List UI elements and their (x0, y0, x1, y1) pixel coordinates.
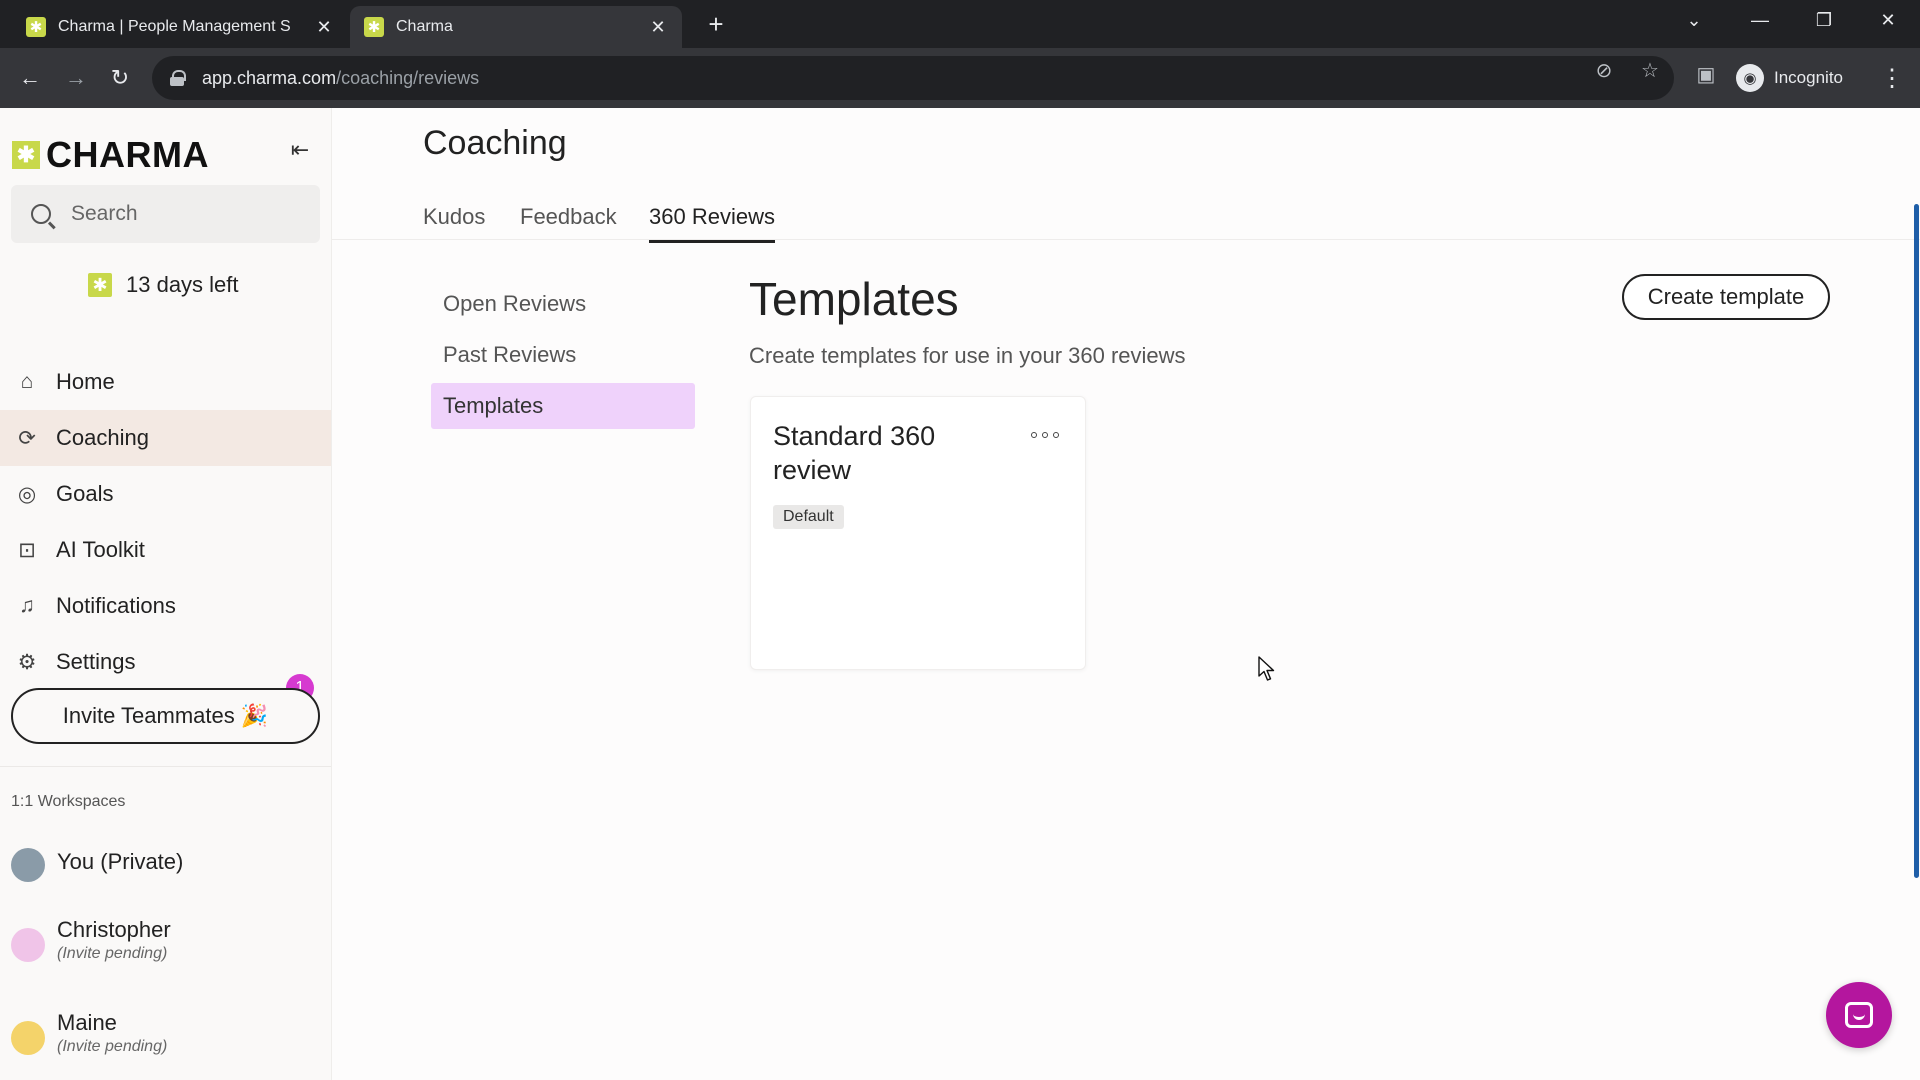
url-path: /coaching/reviews (336, 67, 480, 88)
sidebar-item-home[interactable]: ⌂ Home (0, 354, 331, 410)
tab-search-icon[interactable]: ⌄ (1668, 0, 1720, 40)
search-input[interactable]: Search (11, 185, 320, 243)
charma-favicon-icon: ✱ (364, 17, 384, 37)
robot-icon: ⊡ (18, 538, 36, 562)
workspace-item-maine[interactable]: Maine (Invite pending) (11, 1009, 167, 1057)
close-tab-icon[interactable]: ✕ (314, 17, 334, 38)
star-icon[interactable]: ☆ (1638, 58, 1662, 82)
address-bar[interactable]: app.charma.com/coaching/reviews (152, 56, 1674, 100)
avatar (11, 928, 45, 962)
charma-logo[interactable]: ✱ CHARMA (12, 134, 209, 176)
lock-icon (170, 70, 186, 86)
create-template-button[interactable]: Create template (1622, 274, 1830, 320)
template-card[interactable]: Standard 360 review Default (750, 396, 1086, 670)
invite-teammates-button[interactable]: Invite Teammates 🎉 (11, 688, 320, 744)
more-options-icon[interactable] (1031, 425, 1059, 445)
sidebar-item-notifications[interactable]: ♫ Notifications (0, 578, 331, 634)
chat-icon (1845, 1002, 1873, 1028)
invite-status: (Invite pending) (57, 945, 168, 962)
coaching-icon: ⟳ (18, 426, 36, 450)
coaching-tabs: Kudos Feedback 360 Reviews (332, 196, 1920, 243)
browser-tab[interactable]: ✱ Charma | People Management S ✕ (12, 6, 348, 48)
sidebar-item-label: Home (56, 369, 115, 394)
incognito-profile[interactable]: ◉ Incognito (1736, 60, 1843, 96)
avatar (11, 848, 45, 882)
collapse-sidebar-icon[interactable]: ⇤ (286, 136, 314, 164)
sidebar-item-label: AI Toolkit (56, 537, 145, 562)
workspace-name: Christopher (57, 917, 171, 942)
workspace-name: You (Private) (57, 849, 184, 874)
browser-tab-title: Charma | People Management S (58, 18, 291, 35)
mouse-cursor-icon (1258, 656, 1275, 681)
side-panel-icon[interactable]: ▣ (1694, 62, 1718, 86)
charma-logo-icon: ✱ (12, 141, 40, 169)
workspace-item-you[interactable]: You (Private) (11, 848, 183, 882)
browser-tab-bar: ✱ Charma | People Management S ✕ ✱ Charm… (0, 0, 1920, 48)
browser-tab-title: Charma (396, 18, 453, 35)
browser-menu-icon[interactable]: ⋮ (1876, 60, 1908, 96)
chat-support-button[interactable] (1826, 982, 1892, 1048)
sidebar-item-ai-toolkit[interactable]: ⊡ AI Toolkit (0, 522, 331, 578)
subnav-templates[interactable]: Templates (431, 383, 695, 429)
close-window-icon[interactable]: ✕ (1862, 0, 1914, 40)
close-tab-icon[interactable]: ✕ (648, 17, 668, 38)
new-tab-button[interactable]: + (700, 8, 732, 40)
section-description: Create templates for use in your 360 rev… (749, 343, 1186, 368)
reload-icon[interactable]: ↻ (104, 62, 136, 94)
subnav-open-reviews[interactable]: Open Reviews (431, 281, 695, 327)
workspace-item-christopher[interactable]: Christopher (Invite pending) (11, 916, 171, 964)
trial-days-left: 13 days left (126, 272, 239, 297)
logo-wordmark: CHARMA (46, 134, 209, 175)
sidebar-item-settings[interactable]: ⚙ Settings (0, 634, 331, 690)
bell-icon: ♫ (19, 594, 35, 617)
gear-icon: ⚙ (17, 650, 37, 674)
sidebar-item-goals[interactable]: ◎ Goals (0, 466, 331, 522)
avatar (11, 1021, 45, 1055)
sidebar-item-label: Goals (56, 481, 114, 506)
invite-status: (Invite pending) (57, 1038, 168, 1055)
section-title: Templates (749, 273, 959, 325)
restore-icon[interactable]: ❐ (1798, 0, 1850, 40)
workspaces-label: 1:1 Workspaces (11, 793, 126, 810)
eye-off-icon[interactable]: ⊘ (1592, 58, 1616, 82)
sidebar: ✱ CHARMA ⇤ Search ✱ 13 days left ⌂ Home … (0, 108, 332, 1080)
sidebar-item-label: Notifications (56, 593, 176, 618)
home-icon: ⌂ (20, 370, 34, 393)
profile-label: Incognito (1774, 68, 1843, 87)
sidebar-item-label: Coaching (56, 425, 149, 450)
sidebar-item-coaching[interactable]: ⟳ Coaching (0, 410, 331, 466)
workspace-name: Maine (57, 1010, 117, 1035)
divider (0, 766, 331, 767)
trial-status[interactable]: ✱ 13 days left (88, 272, 239, 298)
default-badge: Default (773, 505, 844, 529)
tab-feedback[interactable]: Feedback (520, 204, 617, 240)
tab-360-reviews[interactable]: 360 Reviews (649, 204, 775, 243)
charma-favicon-icon: ✱ (26, 17, 46, 37)
forward-arrow-icon[interactable]: → (60, 62, 92, 94)
page-title: Coaching (423, 124, 567, 162)
template-title: Standard 360 review (773, 421, 936, 485)
sidebar-item-label: Settings (56, 649, 136, 674)
browser-toolbar: ← → ↻ app.charma.com/coaching/reviews ⊘ … (0, 48, 1920, 108)
url-host: app.charma.com (202, 67, 337, 88)
search-placeholder: Search (71, 202, 138, 225)
charma-star-icon: ✱ (88, 273, 112, 297)
subnav-past-reviews[interactable]: Past Reviews (431, 332, 695, 378)
minimize-icon[interactable]: — (1734, 0, 1786, 40)
search-icon (31, 204, 51, 224)
browser-tab-active[interactable]: ✱ Charma ✕ (350, 6, 682, 48)
incognito-icon: ◉ (1736, 64, 1764, 92)
tab-kudos[interactable]: Kudos (423, 204, 485, 240)
target-icon: ◎ (17, 482, 37, 506)
back-arrow-icon[interactable]: ← (14, 62, 46, 94)
page-scrollbar[interactable] (1914, 204, 1919, 878)
